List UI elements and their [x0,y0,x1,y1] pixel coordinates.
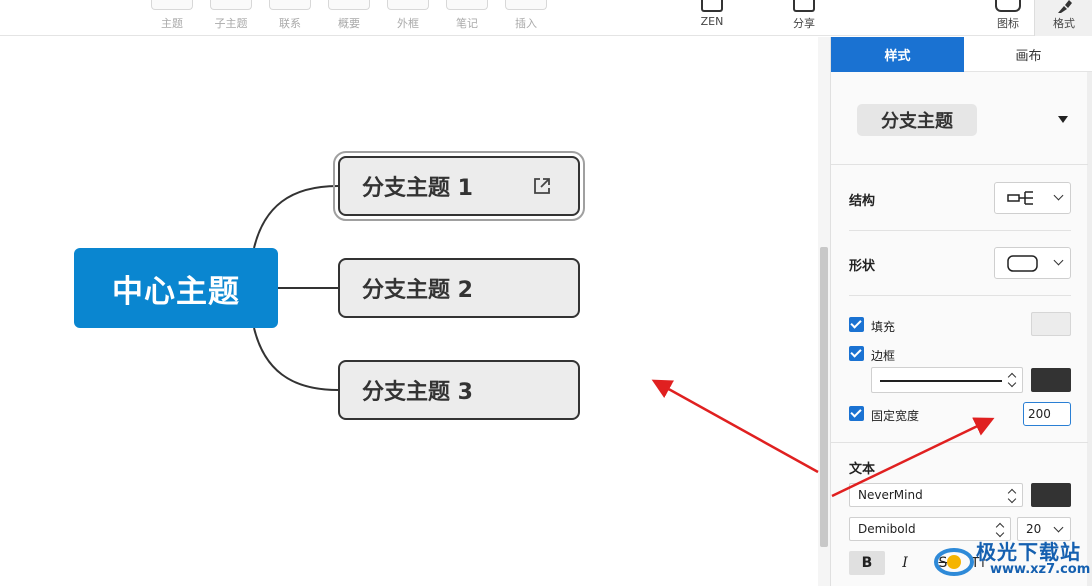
branch-topic-3-label: 分支主题 3 [362,380,473,405]
toolbar-share-label: 分享 [793,17,815,30]
shape-label: 形状 [849,259,876,274]
toolbar-zen-label: ZEN [700,15,724,28]
toolbar-icon-button[interactable]: 图标 [982,0,1034,36]
shape-select[interactable] [994,247,1071,279]
format-panel: 样式 画布 分支主题 结构 形状 填充 边框 固定宽度 200 文本 Never… [830,37,1092,586]
insert-icon [505,0,547,10]
watermark-url: www.xz7.com [990,562,1091,577]
toolbar-icon-label: 图标 [997,17,1019,30]
notes-icon [446,0,488,10]
app-root: 主题 子主题 联系 概要 外框 笔记 插入 ZEN 分享 图标 格式 中心主题 … [0,0,1092,586]
top-toolbar: 主题 子主题 联系 概要 外框 笔记 插入 ZEN 分享 图标 格式 [0,0,1092,36]
fill-label: 填充 [871,320,896,334]
text-label: 文本 [849,462,876,477]
watermark: 极光下载站 www.xz7.com [930,536,1090,584]
fill-checkbox[interactable] [849,317,864,332]
panel-divider [849,230,1071,231]
updown-icon [996,523,1004,537]
tab-canvas[interactable]: 画布 [964,37,1092,72]
structure-icon [1007,191,1033,205]
rounded-rect-icon [1007,255,1038,272]
toolbar-summary-label: 概要 [338,17,360,30]
fixed-width-checkbox[interactable] [849,406,864,421]
branch-topic-2-label: 分支主题 2 [362,278,473,303]
text-color-swatch[interactable] [1031,483,1071,507]
chevron-down-icon [1053,522,1064,533]
italic-button[interactable]: I [887,551,923,575]
tab-style[interactable]: 样式 [831,37,964,72]
watermark-logo-icon [934,548,974,576]
style-preview[interactable]: 分支主题 [857,104,977,136]
border-label: 边框 [871,349,896,363]
border-checkbox[interactable] [849,346,864,361]
chevron-down-icon [1053,255,1064,266]
panel-divider [831,442,1088,443]
updown-icon [1008,489,1016,503]
panel-divider [831,164,1088,165]
toolbar-boundary-label: 外框 [397,17,419,30]
border-color-swatch[interactable] [1031,368,1071,392]
toolbar-insert-label: 插入 [515,17,537,30]
canvas-scrollbar[interactable] [818,37,830,586]
mindmap-canvas[interactable]: 中心主题 分支主题 1 分支主题 2 分支主题 3 [0,37,818,586]
toolbar-topic-button[interactable]: 主题 [148,0,196,36]
panel-scrollbar[interactable] [1087,72,1092,586]
share-icon [793,0,815,12]
toolbar-notes-label: 笔记 [456,17,478,30]
brush-icon [1058,0,1072,13]
bold-button[interactable]: B [849,551,885,575]
toolbar-boundary-button[interactable]: 外框 [384,0,432,36]
panel-divider [849,295,1071,296]
panel-tabs: 样式 画布 [831,37,1092,72]
toolbar-topic-label: 主题 [161,17,183,30]
subtopic-icon [210,0,252,10]
boundary-icon [387,0,429,10]
external-link-icon[interactable] [532,176,552,196]
summary-icon [328,0,370,10]
font-family-select[interactable]: NeverMind [849,483,1023,507]
toolbar-share-button[interactable]: 分享 [780,0,828,36]
updown-icon [1008,373,1016,387]
toolbar-format-label: 格式 [1053,17,1075,30]
canvas-scroll-thumb[interactable] [820,247,828,547]
branch-topic-2[interactable]: 分支主题 2 [338,258,580,318]
toolbar-relationship-button[interactable]: 联系 [266,0,314,36]
toolbar-format-button[interactable]: 格式 [1034,0,1092,36]
font-size-value: 20 [1026,522,1042,536]
toolbar-insert-button[interactable]: 插入 [502,0,550,36]
toolbar-subtopic-label: 子主题 [214,17,248,30]
zen-icon [701,0,723,12]
style-dropdown-icon[interactable] [1058,116,1068,123]
border-line-style-select[interactable] [871,367,1023,393]
branch-topic-1-label: 分支主题 1 [362,176,473,201]
toolbar-relationship-label: 联系 [279,17,301,30]
toolbar-summary-button[interactable]: 概要 [325,0,373,36]
line-style-preview [880,380,1002,382]
branch-topic-3[interactable]: 分支主题 3 [338,360,580,420]
font-family-value: NeverMind [858,488,923,502]
chevron-down-icon [1053,190,1064,201]
watermark-text: 极光下载站 [976,540,1081,564]
fixed-width-input[interactable] [1023,402,1071,426]
font-weight-value: Demibold [858,522,916,536]
toolbar-zen-button[interactable]: ZEN [688,0,736,36]
fixed-width-label: 固定宽度 [871,409,920,423]
structure-label: 结构 [849,194,876,209]
fill-color-swatch[interactable] [1031,312,1071,336]
structure-select[interactable] [994,182,1071,214]
toolbar-subtopic-button[interactable]: 子主题 [207,0,255,36]
toolbar-notes-button[interactable]: 笔记 [443,0,491,36]
central-topic[interactable]: 中心主题 [74,248,278,328]
relationship-icon [269,0,311,10]
topic-icon [151,0,193,10]
branch-topic-1[interactable]: 分支主题 1 [333,151,585,221]
sticker-icon [995,0,1021,12]
